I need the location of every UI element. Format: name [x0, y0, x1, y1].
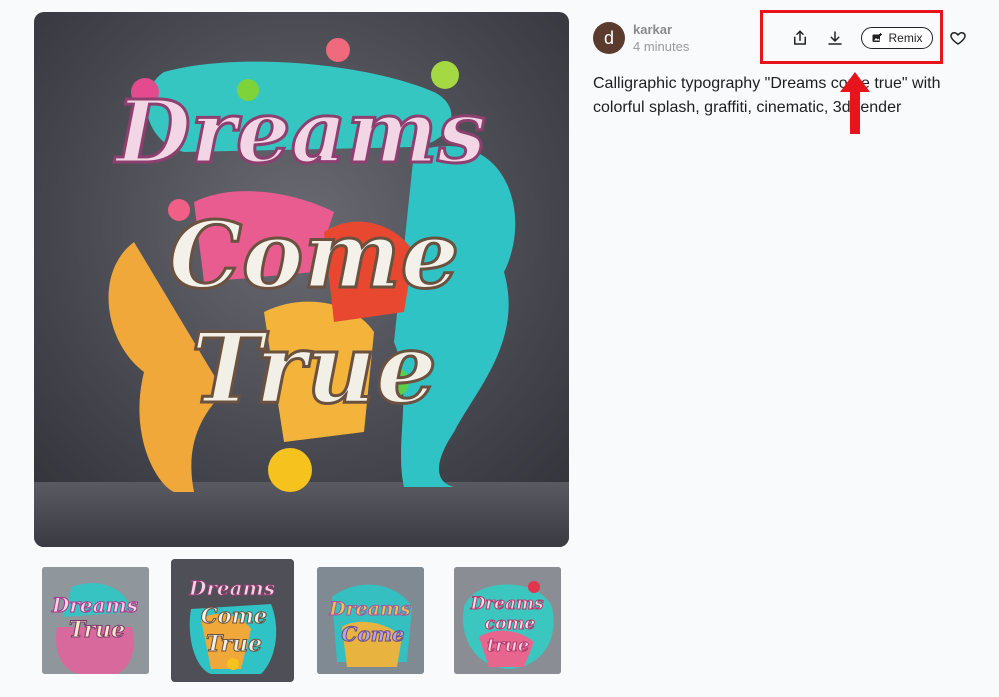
thumbnail-4-text-3: true	[487, 635, 529, 656]
thumbnail-2[interactable]: Dreams Come True	[171, 559, 294, 682]
thumbnail-1-text-2: True	[69, 617, 125, 643]
thumbnail-1-text-1: Dreams	[51, 593, 138, 617]
thumbnail-4[interactable]: Dreams come true	[454, 567, 561, 674]
main-text-line-1: Dreams	[113, 82, 486, 183]
thumbnail-2-text-2: Come	[201, 603, 267, 628]
thumbnail-3[interactable]: Dreams Come	[317, 567, 424, 674]
timestamp: 4 minutes	[633, 39, 690, 54]
main-text-line-2: Come	[169, 201, 459, 309]
thumbnail-1-art: Dreams True	[42, 567, 149, 674]
thumbnail-4-text-2: come	[485, 614, 536, 634]
thumbnail-4-text-1: Dreams	[469, 594, 544, 614]
thumbnail-1[interactable]: Dreams True	[42, 567, 149, 674]
thumbnail-3-art: Dreams Come	[317, 567, 424, 674]
thumbnail-2-art: Dreams Come True	[171, 559, 294, 682]
thumbnail-3-text-1: Dreams	[328, 598, 411, 620]
thumbnail-2-text-1: Dreams	[188, 576, 275, 600]
prompt-text: Calligraphic typography "Dreams come tru…	[593, 75, 941, 116]
heart-icon	[950, 32, 966, 45]
avatar-initial: d	[603, 27, 614, 48]
thumbnail-2-text-3: True	[206, 631, 262, 657]
thumbnail-3-text-2: Come	[341, 622, 404, 646]
annotation-arrow-icon	[840, 72, 870, 134]
avatar[interactable]: d	[593, 22, 625, 54]
main-artwork: Dreams Come True	[34, 38, 569, 547]
main-image[interactable]: Dreams Come True	[34, 12, 569, 547]
username[interactable]: karkar	[633, 22, 672, 37]
thumbnail-4-art: Dreams come true	[454, 567, 561, 674]
main-text-line-3: True	[191, 312, 437, 425]
favorite-button[interactable]	[947, 27, 969, 49]
annotation-highlight-box	[760, 10, 943, 64]
